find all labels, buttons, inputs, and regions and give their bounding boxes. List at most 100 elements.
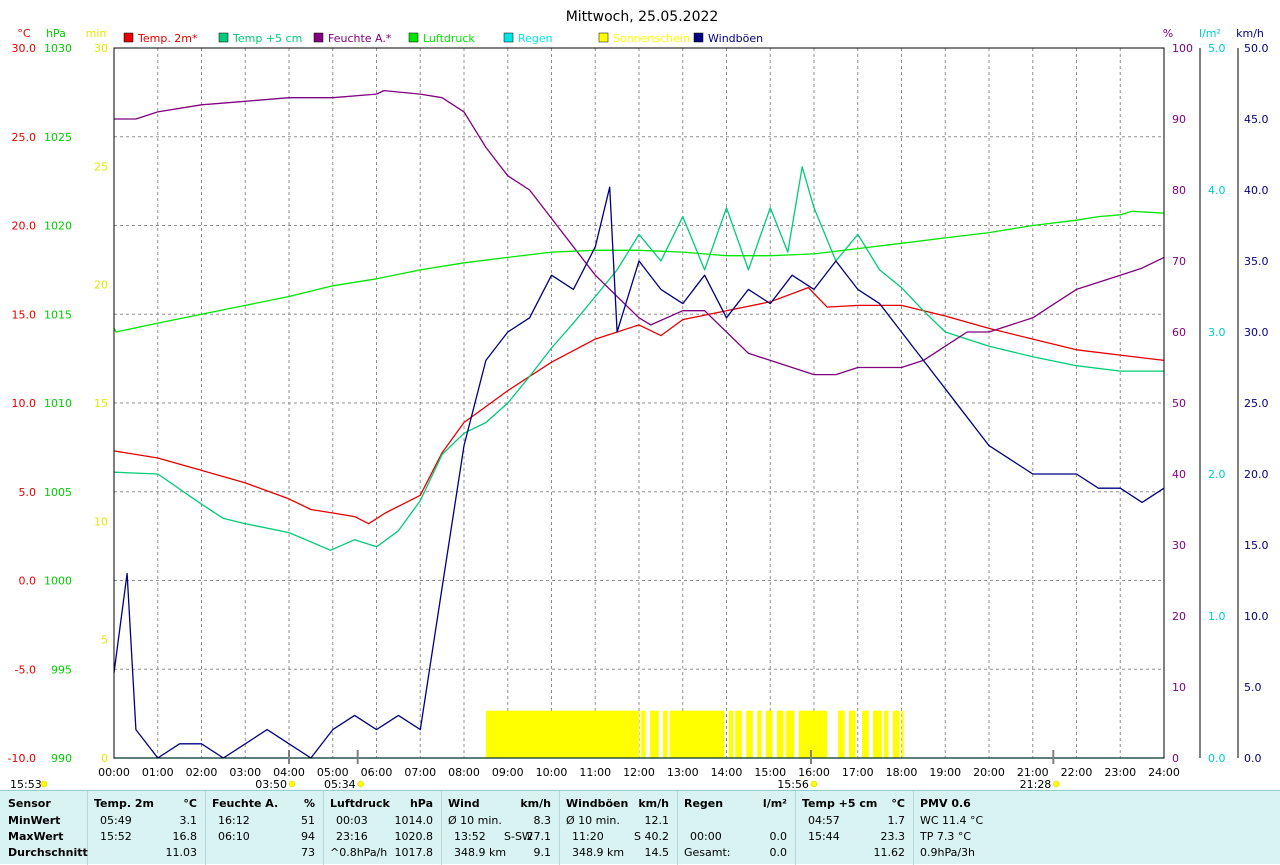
stats-pmv-wc: WC 11.4 °C	[920, 814, 984, 827]
x-tick-label: 14:00	[711, 766, 743, 779]
humidity-unit-label: %	[1163, 27, 1173, 40]
humidity-tick-label: 30	[1172, 539, 1186, 552]
sun-icon	[1053, 780, 1060, 788]
stats-sensor: Sensor MinWert MaxWert Durchschnitt	[0, 791, 88, 865]
sunshine-bar	[884, 710, 889, 758]
stats-pressure: Luftdruck hPa 00:03 1014.0 23:16 1020.8 ^0.…	[324, 791, 442, 865]
sun-unit-label: min	[86, 27, 107, 40]
stats-gusts: Windböen km/h Ø 10 min. 12.1 11:20 S 40.2 34…	[560, 791, 678, 865]
stats-temp5cm-title: Temp +5 cm	[802, 797, 878, 810]
x-tick-label: 13:00	[667, 766, 699, 779]
sunshine-bar	[746, 710, 753, 758]
stats-wind-distance: 348.9 km	[454, 846, 507, 859]
legend-swatch	[313, 32, 324, 43]
x-tick-label: 22:00	[1061, 766, 1093, 779]
x-tick-label: 24:00	[1148, 766, 1180, 779]
legend-swatch	[598, 32, 609, 43]
x-tick-label: 01:00	[142, 766, 174, 779]
chart-legend: Temp. 2m* Temp +5 cm Feuchte A.* Luftdruck R…	[123, 32, 763, 45]
temp-tick-label: 25.0	[12, 131, 37, 144]
sunshine-bar	[735, 710, 742, 758]
tick-labels: 30.025.020.015.010.05.00.0-5.0-10.010301…	[8, 42, 1269, 779]
stats-temp5cm: Temp +5 cm °C 04:57 1.7 15:44 23.3 11.62	[796, 791, 914, 865]
pressure-tick-label: 1015	[44, 308, 72, 321]
stats-temp2m-max: 16.8	[172, 830, 198, 843]
wind-tick-label: 20.0	[1244, 468, 1269, 481]
sun-icon	[40, 780, 48, 788]
stats-rain-total: 0.0	[769, 846, 788, 859]
legend-label: Temp. 2m*	[137, 32, 198, 45]
pressure-tick-label: 995	[51, 663, 72, 676]
stats-sensor-title: Sensor	[8, 797, 51, 810]
rain-tick-label: 3.0	[1208, 326, 1226, 339]
time-marker-label: 15:56	[777, 778, 809, 790]
rain-tick-label: 1.0	[1208, 610, 1226, 623]
sun-tick-label: 30	[94, 42, 108, 55]
legend-label: Sonnenschein	[613, 32, 690, 45]
humidity-tick-label: 50	[1172, 397, 1186, 410]
sun-tick-label: 20	[94, 279, 108, 292]
stats-pressure-min: 1014.0	[394, 814, 434, 827]
stats-wind: Wind km/h Ø 10 min. 8.3 13:52 S-SW 27.1 348.…	[442, 791, 560, 865]
x-tick-label: 00:00	[98, 766, 130, 779]
humidity-tick-label: 90	[1172, 113, 1186, 126]
pressure-tick-label: 1025	[44, 131, 72, 144]
stats-humidity-avg: 73	[301, 846, 315, 859]
temp-tick-label: 20.0	[12, 220, 37, 233]
x-tick-label: 06:00	[361, 766, 393, 779]
sun-tick-label: 15	[94, 397, 108, 410]
x-tick-label: 18:00	[886, 766, 918, 779]
wind-tick-label: 30.0	[1244, 326, 1269, 339]
stats-pressure-max-time: 23:16	[336, 830, 368, 843]
stats-rain-title: Regen	[684, 797, 724, 810]
legend-label: Regen	[518, 32, 553, 45]
wind-tick-label: 15.0	[1244, 539, 1269, 552]
stats-row-min: MinWert	[8, 814, 61, 827]
stats-temp5cm-max-time: 15:44	[808, 830, 840, 843]
series-lines	[113, 89, 1165, 759]
rain-tick-label: 4.0	[1208, 184, 1226, 197]
weather-chart: Mittwoch, 25.05.2022 Temp. 2m* Temp +5 cm…	[8, 9, 1269, 790]
sunshine-bar	[757, 710, 762, 758]
wind-tick-label: 0.0	[1244, 752, 1262, 765]
x-tick-label: 19:00	[929, 766, 961, 779]
humidity-tick-label: 0	[1172, 752, 1179, 765]
stats-wind-unit: km/h	[520, 797, 551, 810]
sunshine-bar	[849, 710, 856, 758]
pressure-tick-label: 1030	[44, 42, 72, 55]
sun-tick-label: 10	[94, 515, 108, 528]
wind-tick-label: 50.0	[1244, 42, 1269, 55]
legend-swatch	[693, 32, 704, 43]
stats-wind-max-time: 13:52	[454, 830, 486, 843]
chart-title: Mittwoch, 25.05.2022	[566, 9, 719, 25]
sunshine-bar	[873, 710, 882, 758]
sunshine-bar	[838, 710, 845, 758]
sunshine-bar	[892, 710, 900, 758]
stats-pressure-max: 1020.8	[394, 830, 434, 843]
wind-tick-label: 5.0	[1244, 681, 1262, 694]
sunrise-label: 15:53	[10, 778, 42, 790]
stats-pressure-trend: ^0.8hPa/h	[330, 846, 388, 859]
stats-wind-title: Wind	[448, 797, 480, 810]
stats-gusts-distance: 348.9 km	[572, 846, 625, 859]
stats-temp2m-title: Temp. 2m	[94, 797, 154, 810]
legend-label: Temp +5 cm	[232, 32, 302, 45]
legend-swatch	[408, 32, 419, 43]
stats-wind-avg10-label: Ø 10 min.	[448, 814, 502, 827]
stats-humidity-min: 51	[301, 814, 315, 827]
stats-temp5cm-min-time: 04:57	[808, 814, 840, 827]
stats-temp5cm-max: 23.3	[880, 830, 906, 843]
chart-grid	[114, 48, 1164, 758]
rain-unit-label: l/m²	[1199, 27, 1221, 40]
legend-swatch	[218, 32, 229, 43]
pressure-tick-label: 1010	[44, 397, 72, 410]
sun-tick-label: 25	[94, 160, 108, 173]
x-tick-label: 08:00	[448, 766, 480, 779]
sunshine-bar	[728, 710, 734, 758]
stats-temp2m-min-time: 05:49	[100, 814, 132, 827]
x-tick-label: 20:00	[973, 766, 1005, 779]
stats-gusts-max-time: 11:20	[572, 830, 604, 843]
sun-tick-label: 0	[101, 752, 108, 765]
temp-tick-label: 5.0	[19, 486, 37, 499]
stats-gusts-avg10: 12.1	[644, 814, 670, 827]
